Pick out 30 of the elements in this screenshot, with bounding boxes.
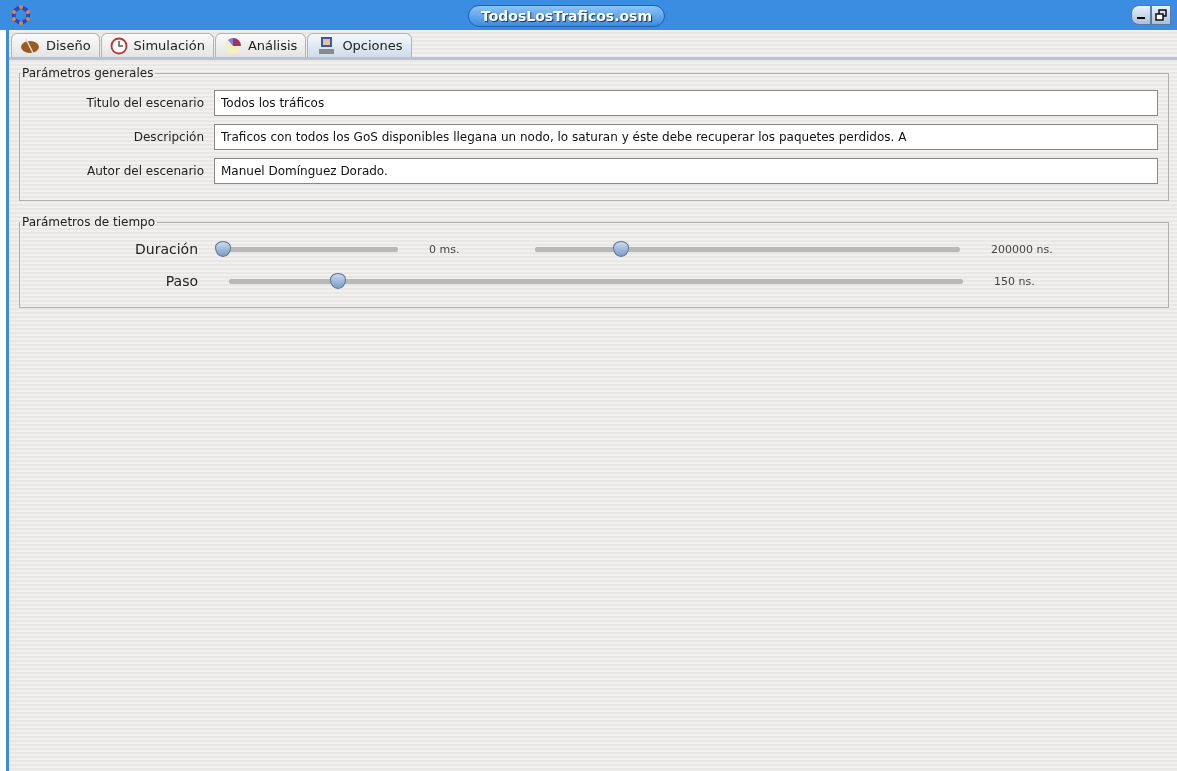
tab[interactable]: Diseño [11,33,100,57]
slider-reading: 0 ms. [429,242,461,256]
field-label: Autor del escenario [86,164,204,178]
slider-thumb[interactable] [613,240,629,257]
restore-icon [1155,9,1167,21]
palette-icon [20,36,40,55]
minimize-button[interactable] [1131,5,1151,25]
tab[interactable]: Opciones [307,33,412,57]
field-label: Titulo del escenario [85,96,204,110]
computer-icon [316,35,337,56]
input-field[interactable]: Manuel Domínguez Dorado. [214,158,1158,184]
slider-thumb[interactable] [329,272,346,289]
clock-icon [109,36,128,55]
slider-label: Duración [134,241,198,257]
restore-button[interactable] [1151,5,1171,25]
slider-reading: 200000 ns. [991,242,1053,256]
slider-reading: 150 ns. [994,274,1035,288]
slider-thumb[interactable] [215,240,231,257]
minimize-icon [1137,17,1145,19]
group-title: Parámetros generales [21,66,155,80]
window-title: TodosLosTraficos.osm [468,5,665,27]
network-logo-icon [10,4,32,26]
field-label: Descripción [132,130,204,144]
input-field[interactable]: Todos los tráficos [214,90,1158,116]
pie-chart-icon [223,36,242,55]
tab[interactable]: Simulación [100,33,214,57]
tab[interactable]: Análisis [214,33,307,57]
group-title: Parámetros de tiempo [21,215,157,229]
slider-label: Paso [164,273,198,289]
input-field[interactable]: Traficos con todos los GoS disponibles llegana un nodo, lo saturan y éste debe recuperar los paquetes perdidos. A [214,124,1158,150]
